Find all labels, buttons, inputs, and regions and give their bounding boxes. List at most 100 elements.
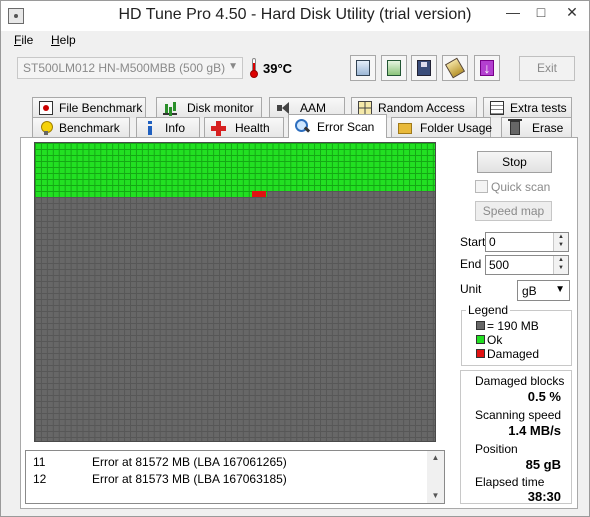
file-benchmark-icon bbox=[39, 101, 53, 115]
legend-damaged-text: Damaged bbox=[487, 347, 540, 361]
damaged-blocks-label: Damaged blocks bbox=[475, 374, 565, 388]
scroll-up-icon[interactable]: ▲ bbox=[427, 451, 444, 465]
copy-all-icon bbox=[387, 60, 401, 76]
trash-icon bbox=[508, 119, 522, 135]
scroll-down-icon[interactable]: ▼ bbox=[427, 489, 444, 503]
download-button[interactable]: ↓ bbox=[474, 55, 500, 81]
start-spinner-arrows[interactable]: ▲ ▼ bbox=[553, 233, 568, 251]
quick-scan-label: Quick scan bbox=[491, 180, 551, 194]
tab-extra-tests[interactable]: Extra tests bbox=[483, 97, 572, 118]
lightbulb-icon bbox=[39, 121, 53, 135]
toolbar: ST500LM012 HN-M500MBB (500 gB) ▼ 39°C ↓ … bbox=[1, 49, 589, 89]
tab-info[interactable]: Info bbox=[136, 117, 200, 138]
tab-label: Folder Usage bbox=[420, 121, 493, 135]
scan-block-map bbox=[34, 142, 436, 442]
thermometer-icon bbox=[250, 58, 258, 78]
unit-label: Unit bbox=[460, 282, 482, 296]
chevron-down-icon: ▼ bbox=[228, 61, 238, 72]
tab-label: File Benchmark bbox=[59, 101, 143, 115]
elapsed-time-value: 38:30 bbox=[527, 489, 561, 504]
unit-value: gB bbox=[522, 284, 537, 298]
start-value: 0 bbox=[489, 235, 496, 249]
random-access-icon bbox=[358, 101, 372, 115]
tab-folder-usage[interactable]: Folder Usage bbox=[391, 117, 493, 138]
tab-row-bottom: Benchmark Info Health Error Scan Folder … bbox=[32, 114, 572, 138]
ok-blocks-partial-row bbox=[35, 191, 267, 197]
copy-button[interactable] bbox=[350, 55, 376, 81]
menu-file[interactable]: File bbox=[14, 33, 33, 47]
info-icon bbox=[143, 121, 157, 135]
red-swatch bbox=[476, 349, 485, 358]
log-row-message: Error at 81573 MB (LBA 167063185) bbox=[92, 472, 287, 486]
green-swatch bbox=[476, 335, 485, 344]
tab-file-benchmark[interactable]: File Benchmark bbox=[32, 97, 146, 118]
legend-block-text: = 190 MB bbox=[487, 319, 539, 333]
menu-help-hotkey: H bbox=[51, 33, 60, 47]
tab-label: Disk monitor bbox=[187, 101, 254, 115]
ok-blocks bbox=[35, 143, 435, 191]
magnifier-icon bbox=[295, 119, 309, 133]
legend-title: Legend bbox=[466, 303, 511, 317]
scanning-speed-value: 1.4 MB/s bbox=[508, 423, 561, 438]
damaged-blocks bbox=[252, 191, 266, 197]
start-label: Start bbox=[460, 235, 486, 249]
tab-benchmark[interactable]: Benchmark bbox=[32, 117, 130, 138]
screenshot-icon bbox=[444, 57, 466, 79]
title-bar[interactable]: HD Tune Pro 4.50 - Hard Disk Utility (tr… bbox=[1, 1, 589, 31]
end-spinner-arrows[interactable]: ▲ ▼ bbox=[553, 256, 568, 274]
folder-icon bbox=[398, 123, 412, 134]
tab-label: Info bbox=[165, 121, 186, 135]
tab-label: Random Access bbox=[378, 101, 465, 115]
unit-select[interactable]: gB ▼ bbox=[517, 280, 570, 301]
health-cross-icon bbox=[211, 121, 226, 136]
close-button[interactable]: ✕ bbox=[555, 1, 589, 23]
disk-monitor-icon bbox=[163, 101, 177, 115]
stop-button[interactable]: Stop bbox=[477, 151, 552, 173]
tab-error-scan[interactable]: Error Scan bbox=[288, 114, 387, 138]
temperature-readout: 39°C bbox=[263, 61, 293, 76]
log-scrollbar[interactable]: ▲ ▼ bbox=[427, 451, 444, 503]
tab-disk-monitor[interactable]: Disk monitor bbox=[156, 97, 262, 118]
copy-icon bbox=[356, 60, 370, 76]
speaker-icon bbox=[276, 101, 290, 115]
disk-select[interactable]: ST500LM012 HN-M500MBB (500 gB) ▼ bbox=[17, 57, 243, 79]
maximize-button[interactable]: □ bbox=[527, 1, 555, 23]
disk-select-value: ST500LM012 HN-M500MBB (500 gB) bbox=[23, 61, 226, 75]
extra-tests-icon bbox=[490, 101, 504, 115]
save-button[interactable] bbox=[411, 55, 437, 81]
position-label: Position bbox=[475, 442, 518, 456]
menu-file-label: ile bbox=[21, 33, 34, 47]
screenshot-button[interactable] bbox=[442, 55, 468, 81]
tab-label: Erase bbox=[532, 121, 564, 135]
chevron-down-icon: ▼ bbox=[555, 284, 565, 295]
gray-swatch bbox=[476, 321, 485, 330]
tab-label: Health bbox=[235, 121, 270, 135]
damaged-blocks-value: 0.5 % bbox=[527, 389, 561, 404]
copy-all-button[interactable] bbox=[381, 55, 407, 81]
tab-label: Benchmark bbox=[59, 121, 120, 135]
speed-map-button[interactable]: Speed map bbox=[475, 201, 552, 221]
legend-ok-text: Ok bbox=[487, 333, 503, 347]
quick-scan-checkbox[interactable] bbox=[475, 180, 488, 193]
start-field[interactable]: 0 ▲ ▼ bbox=[485, 232, 569, 252]
legend: Legend = 190 MB Ok Damaged bbox=[461, 303, 572, 366]
exit-button[interactable]: Exit bbox=[519, 56, 575, 81]
menu-help-label: elp bbox=[59, 33, 76, 47]
menu-bar: File Help bbox=[1, 31, 589, 49]
tab-label: Error Scan bbox=[317, 120, 375, 134]
error-log-list[interactable]: 11 Error at 81572 MB (LBA 167061265) 12 … bbox=[25, 450, 445, 504]
tab-label: Extra tests bbox=[510, 101, 567, 115]
end-field[interactable]: 500 ▲ ▼ bbox=[485, 255, 569, 275]
download-icon: ↓ bbox=[480, 60, 494, 76]
error-scan-panel: Stop Quick scan Speed map Start 0 ▲ ▼ End… bbox=[20, 137, 578, 509]
tab-erase[interactable]: Erase bbox=[501, 117, 572, 138]
minimize-button[interactable]: — bbox=[499, 1, 527, 23]
app-window: HD Tune Pro 4.50 - Hard Disk Utility (tr… bbox=[0, 0, 590, 517]
log-row-number: 12 bbox=[33, 472, 47, 486]
log-row-number: 11 bbox=[33, 455, 46, 469]
tab-health[interactable]: Health bbox=[204, 117, 284, 138]
menu-help[interactable]: Help bbox=[51, 33, 76, 47]
end-label: End bbox=[460, 257, 482, 271]
scanning-speed-label: Scanning speed bbox=[475, 408, 562, 422]
scan-stats: Damaged blocks 0.5 % Scanning speed 1.4 … bbox=[460, 370, 572, 504]
